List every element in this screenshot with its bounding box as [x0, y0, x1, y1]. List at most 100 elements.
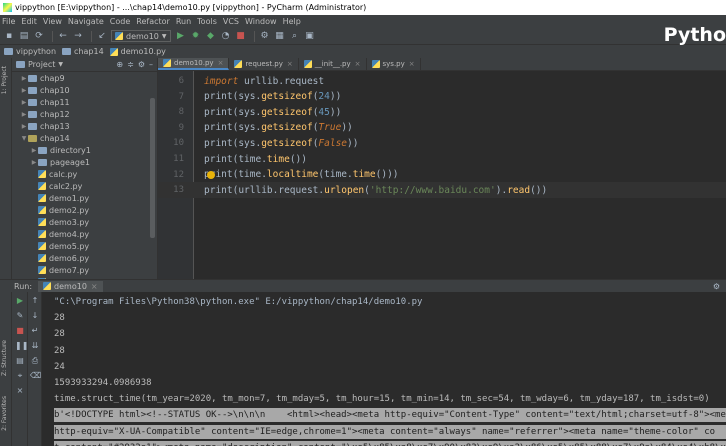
structure-tool-tab[interactable]: Z: Structure	[1, 340, 8, 376]
menu-help[interactable]: Help	[283, 17, 301, 26]
structure-icon[interactable]: ▦	[274, 30, 286, 42]
chevron-right-icon[interactable]: ▶	[20, 123, 28, 130]
build-icon[interactable]: ↙	[96, 30, 108, 42]
breadcrumb-item[interactable]: chap14	[62, 47, 104, 56]
tree-item[interactable]: demo3.py	[12, 216, 157, 228]
tree-item[interactable]: ▼ chap14	[12, 132, 157, 144]
breadcrumb-item[interactable]: demo10.py	[109, 47, 166, 56]
close-icon[interactable]: ×	[15, 386, 25, 396]
breadcrumb-item[interactable]: vippython	[4, 47, 56, 56]
code-line[interactable]: 9 print(sys.getsizeof(True))	[158, 120, 726, 136]
save-all-icon[interactable]: ▤	[18, 30, 30, 42]
hide-icon[interactable]: –	[149, 60, 153, 69]
menu-file[interactable]: File	[2, 17, 15, 26]
code-line[interactable]: 12 print(time.localtime(time.time()))	[158, 167, 726, 183]
gear-icon[interactable]: ⚙	[138, 60, 145, 69]
menu-refactor[interactable]: Refactor	[136, 17, 170, 26]
trash-icon[interactable]: ⌫	[30, 371, 41, 381]
close-icon[interactable]: ×	[287, 60, 293, 68]
menu-vcs[interactable]: VCS	[223, 17, 239, 26]
tree-item[interactable]: ▶ chap12	[12, 108, 157, 120]
menu-run[interactable]: Run	[176, 17, 191, 26]
layout-icon[interactable]: ▤	[15, 356, 25, 366]
code-line[interactable]: 13 print(urllib.request.urlopen('http://w…	[158, 182, 726, 199]
tab-sys[interactable]: sys.py ×	[367, 58, 421, 70]
tree-item[interactable]: ▶ pageage1	[12, 156, 157, 168]
settings-icon[interactable]: ⚙	[259, 30, 271, 42]
save-icon[interactable]: ▪	[3, 30, 15, 42]
run-icon[interactable]: ▶	[175, 30, 187, 42]
project-scrollbar[interactable]	[150, 98, 155, 238]
stop-icon[interactable]: ■	[235, 30, 247, 42]
chevron-right-icon[interactable]: ▶	[30, 147, 38, 154]
arrow-up-icon[interactable]: ↑	[30, 296, 40, 306]
code-line[interactable]: 10 print(sys.getsizeof(False))	[158, 135, 726, 151]
tree-item[interactable]: calc.py	[12, 168, 157, 180]
tree-item[interactable]: ▶ chap11	[12, 96, 157, 108]
arrow-down-icon[interactable]: ↓	[30, 311, 40, 321]
chevron-down-icon[interactable]: ▼	[58, 61, 63, 68]
close-icon[interactable]: ×	[409, 60, 415, 68]
tree-item[interactable]: demo2.py	[12, 204, 157, 216]
project-panel-title[interactable]: Project	[28, 60, 55, 69]
chevron-right-icon[interactable]: ▶	[30, 159, 38, 166]
menu-code[interactable]: Code	[110, 17, 130, 26]
tree-item[interactable]: ▶ chap13	[12, 120, 157, 132]
code-line[interactable]: 6 import urllib.request	[158, 73, 726, 89]
tree-item[interactable]: demo5.py	[12, 240, 157, 252]
close-icon[interactable]: ×	[355, 60, 361, 68]
run-console-output[interactable]: "C:\Program Files\Python38\python.exe" E…	[42, 292, 726, 446]
run-configuration-select[interactable]: demo10 ▼	[111, 30, 171, 42]
tab-request[interactable]: request.py ×	[229, 58, 299, 70]
close-icon[interactable]: ×	[218, 59, 224, 67]
soft-wrap-icon[interactable]: ↵	[30, 326, 40, 336]
debug-icon[interactable]: ✹	[190, 30, 202, 42]
tree-item[interactable]: ▶ directory1	[12, 144, 157, 156]
menu-navigate[interactable]: Navigate	[68, 17, 104, 26]
tree-item[interactable]: ▶ chap9	[12, 72, 157, 84]
tasks-icon[interactable]: ▣	[304, 30, 316, 42]
coverage-icon[interactable]: ◆	[205, 30, 217, 42]
code-line[interactable]: 11 print(time.time())	[158, 151, 726, 167]
menu-view[interactable]: View	[43, 17, 62, 26]
gear-icon[interactable]: ⚙	[713, 282, 720, 291]
chevron-right-icon[interactable]: ▶	[20, 87, 28, 94]
wrench-icon[interactable]: ✎	[15, 311, 25, 321]
tab-init[interactable]: __init__.py ×	[299, 58, 367, 70]
tree-item[interactable]: demo7.py	[12, 264, 157, 276]
scroll-to-end-icon[interactable]: ⇊	[30, 341, 40, 351]
print-icon[interactable]: ⎙	[30, 356, 40, 366]
close-icon[interactable]: ×	[91, 282, 98, 291]
forward-icon[interactable]: →	[72, 30, 84, 42]
tree-item[interactable]: demo6.py	[12, 252, 157, 264]
search-icon[interactable]: ⌕	[289, 30, 301, 42]
back-icon[interactable]: ←	[57, 30, 69, 42]
menu-tools[interactable]: Tools	[197, 17, 217, 26]
run-tab-demo10[interactable]: demo10 ×	[38, 280, 103, 292]
project-tool-tab[interactable]: 1: Project	[1, 66, 8, 94]
tree-item[interactable]: ▶ chap10	[12, 84, 157, 96]
stop-icon[interactable]: ■	[15, 326, 25, 336]
lightbulb-icon[interactable]	[207, 170, 215, 179]
chevron-right-icon[interactable]: ▶	[20, 99, 28, 106]
chevron-right-icon[interactable]: ▶	[20, 75, 28, 82]
sync-icon[interactable]: ⟳	[33, 30, 45, 42]
chevron-down-icon[interactable]: ▼	[20, 135, 28, 142]
code-line[interactable]: 7 print(sys.getsizeof(24))	[158, 89, 726, 105]
locate-icon[interactable]: ⊕	[116, 60, 123, 69]
tree-item[interactable]: demo1.py	[12, 192, 157, 204]
code-line[interactable]: 8 print(sys.getsizeof(45))	[158, 104, 726, 120]
chevron-right-icon[interactable]: ▶	[20, 111, 28, 118]
pin-icon[interactable]: ⌖	[15, 371, 25, 381]
tree-item[interactable]: calc2.py	[12, 180, 157, 192]
profile-icon[interactable]: ◔	[220, 30, 232, 42]
rerun-icon[interactable]: ▶	[15, 296, 25, 306]
pause-icon[interactable]: ❚❚	[15, 341, 28, 351]
favorites-tool-tab[interactable]: 2: Favorites	[1, 396, 8, 431]
tab-demo10[interactable]: demo10.py ×	[158, 58, 230, 70]
code-area[interactable]: 6 import urllib.request 7 print(sys.getsize…	[158, 71, 726, 279]
menu-edit[interactable]: Edit	[21, 17, 37, 26]
tree-item[interactable]: demo4.py	[12, 228, 157, 240]
collapse-icon[interactable]: ≑	[127, 60, 134, 69]
menu-window[interactable]: Window	[245, 17, 277, 26]
